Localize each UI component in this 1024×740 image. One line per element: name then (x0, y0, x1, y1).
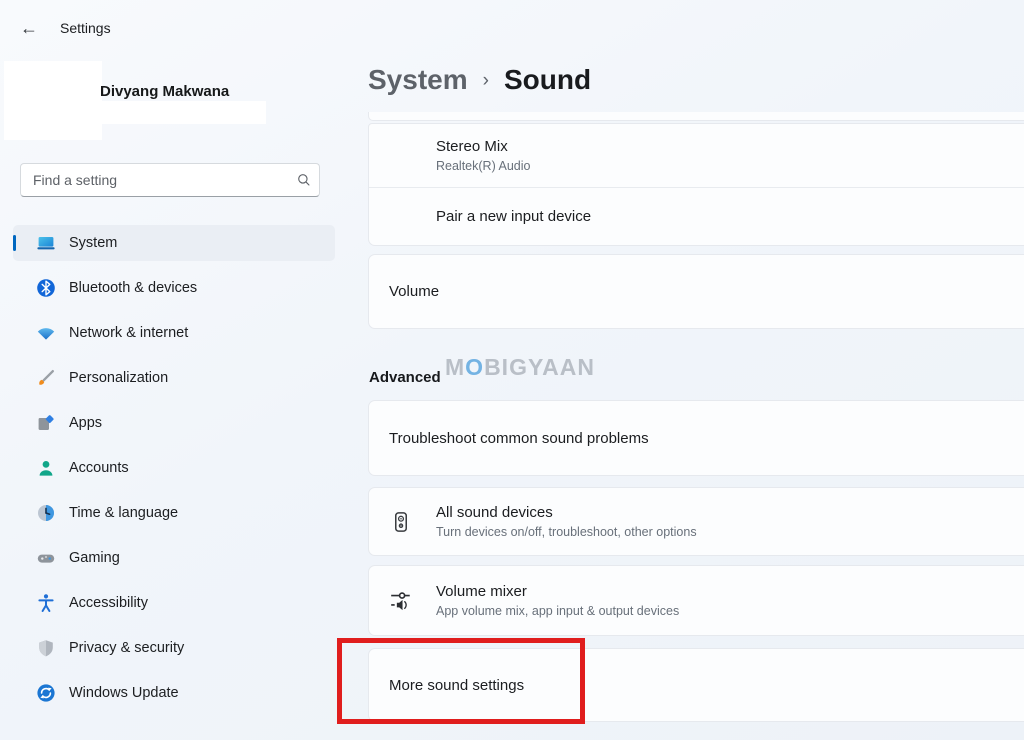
bluetooth-icon (36, 278, 56, 298)
troubleshoot-row[interactable]: Troubleshoot common sound problems (368, 400, 1024, 476)
sidebar-item-label: Accounts (69, 460, 129, 476)
sidebar-item-label: System (69, 235, 117, 251)
apps-icon (36, 413, 56, 433)
search-icon[interactable] (289, 172, 319, 188)
row-title: All sound devices (436, 504, 697, 521)
row-subtitle: App volume mix, app input & output devic… (436, 604, 679, 618)
redaction-box-avatar (4, 61, 102, 140)
selection-indicator (13, 235, 16, 251)
all-sound-devices-row[interactable]: All sound devices Turn devices on/off, t… (368, 487, 1024, 556)
sidebar-item-label: Apps (69, 415, 102, 431)
volume-mixer-icon (389, 589, 413, 613)
volume-row[interactable]: Volume (368, 254, 1024, 329)
sidebar-item-network-internet[interactable]: Network & internet (13, 315, 335, 351)
sidebar-item-label: Network & internet (69, 325, 188, 341)
privacy-security-icon (36, 638, 56, 658)
row-title: More sound settings (389, 677, 524, 694)
sidebar-item-label: Privacy & security (69, 640, 184, 656)
profile-name: Divyang Makwana (100, 83, 229, 100)
volume-mixer-row[interactable]: Volume mixer App volume mix, app input &… (368, 565, 1024, 636)
personalization-icon (36, 368, 56, 388)
sidebar-item-label: Accessibility (69, 595, 148, 611)
sidebar-item-bluetooth-devices[interactable]: Bluetooth & devices (13, 270, 335, 306)
windows-update-icon (36, 683, 56, 703)
sidebar-item-label: Bluetooth & devices (69, 280, 197, 296)
page-title: Sound (504, 64, 591, 96)
input-devices-card: Stereo Mix Realtek(R) Audio Pair a new i… (368, 123, 1024, 246)
sidebar-item-label: Personalization (69, 370, 168, 386)
sidebar-item-accessibility[interactable]: Accessibility (13, 585, 335, 621)
sidebar-item-accounts[interactable]: Accounts (13, 450, 335, 486)
row-title: Volume mixer (436, 583, 679, 600)
sidebar-item-gaming[interactable]: Gaming (13, 540, 335, 576)
row-title: Stereo Mix (436, 138, 1024, 155)
mobigyaan-watermark: MOBIGYAAN (445, 354, 595, 381)
row-title: Volume (389, 283, 439, 300)
chevron-right-icon: › (483, 70, 489, 92)
search-box[interactable] (20, 163, 320, 197)
sidebar-item-personalization[interactable]: Personalization (13, 360, 335, 396)
sidebar-item-apps[interactable]: Apps (13, 405, 335, 441)
sidebar-item-system[interactable]: System (13, 225, 335, 261)
sidebar: Divyang Makwana (0, 56, 348, 740)
stereo-mix-row[interactable]: Stereo Mix Realtek(R) Audio (369, 124, 1024, 188)
system-icon (36, 233, 56, 253)
network-icon (36, 323, 56, 343)
pair-new-input-device-row[interactable]: Pair a new input device (369, 188, 1024, 245)
sidebar-item-label: Time & language (69, 505, 178, 521)
sidebar-nav: System Bluetooth & devices (13, 225, 335, 720)
breadcrumb: System › Sound (368, 64, 591, 96)
sidebar-item-label: Gaming (69, 550, 120, 566)
accessibility-icon (36, 593, 56, 613)
back-button[interactable]: ← (14, 13, 44, 43)
speaker-grille-icon (389, 510, 413, 534)
sidebar-item-label: Windows Update (69, 685, 179, 701)
row-subtitle: Realtek(R) Audio (436, 159, 1024, 173)
search-input[interactable] (21, 172, 289, 188)
window-title: Settings (60, 20, 111, 36)
redaction-box-email (101, 101, 266, 124)
accounts-icon (36, 458, 56, 478)
time-language-icon (36, 503, 56, 523)
sidebar-item-privacy-security[interactable]: Privacy & security (13, 630, 335, 666)
row-title: Pair a new input device (436, 208, 591, 225)
settings-window: ← Settings Divyang Makwana (0, 0, 1024, 740)
gaming-icon (36, 548, 56, 568)
row-title: Troubleshoot common sound problems (389, 430, 649, 447)
more-sound-settings-row[interactable]: More sound settings (368, 648, 1024, 722)
sidebar-item-windows-update[interactable]: Windows Update (13, 675, 335, 711)
partial-card-above (368, 112, 1024, 121)
row-subtitle: Turn devices on/off, troubleshoot, other… (436, 525, 697, 539)
advanced-section-label: Advanced (369, 369, 441, 386)
back-arrow-icon: ← (20, 18, 38, 39)
titlebar: ← Settings (0, 0, 1024, 56)
sidebar-item-time-language[interactable]: Time & language (13, 495, 335, 531)
breadcrumb-system[interactable]: System (368, 64, 468, 96)
